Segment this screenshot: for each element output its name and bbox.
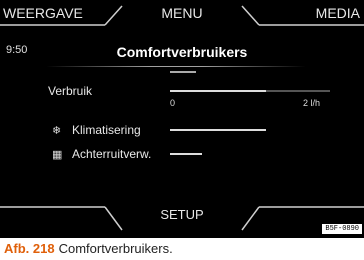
consumption-bar — [170, 90, 330, 92]
title-divider — [46, 66, 306, 67]
scale-max-label: 2 l/h — [303, 98, 321, 108]
top-tab-bar: WEERGAVE MENU MEDIA — [0, 0, 364, 26]
figure-caption: Afb. 218 Comfortverbruikers. — [4, 241, 173, 256]
image-code: B5F-0890 — [322, 224, 362, 234]
consumer-bar-climate — [170, 129, 266, 131]
consumer-label-rear-window: Achterruitverw. — [72, 147, 152, 161]
scale-min-label: 0 — [170, 98, 176, 108]
consumer-bar-rear-window — [170, 153, 202, 155]
page-title: Comfortverbruikers — [116, 44, 248, 60]
snowflake-icon: ❄ — [52, 125, 62, 137]
tab-media[interactable]: MEDIA — [316, 5, 360, 21]
consumption-bar-fill — [170, 90, 266, 92]
figure-number: Afb. 218 — [4, 241, 55, 256]
consumer-label-climate: Klimatisering — [72, 123, 141, 137]
setup-button[interactable]: SETUP — [0, 207, 364, 222]
consumption-label: Verbruik — [48, 84, 93, 98]
caption-text: Comfortverbruikers. — [58, 241, 173, 256]
rear-window-heating-icon: ▦ — [52, 149, 63, 161]
scroll-indicator — [170, 71, 196, 73]
display-screen: WEERGAVE MENU MEDIA 9:50 Comfortverbruik… — [0, 0, 364, 238]
tab-menu[interactable]: MENU — [0, 5, 364, 21]
